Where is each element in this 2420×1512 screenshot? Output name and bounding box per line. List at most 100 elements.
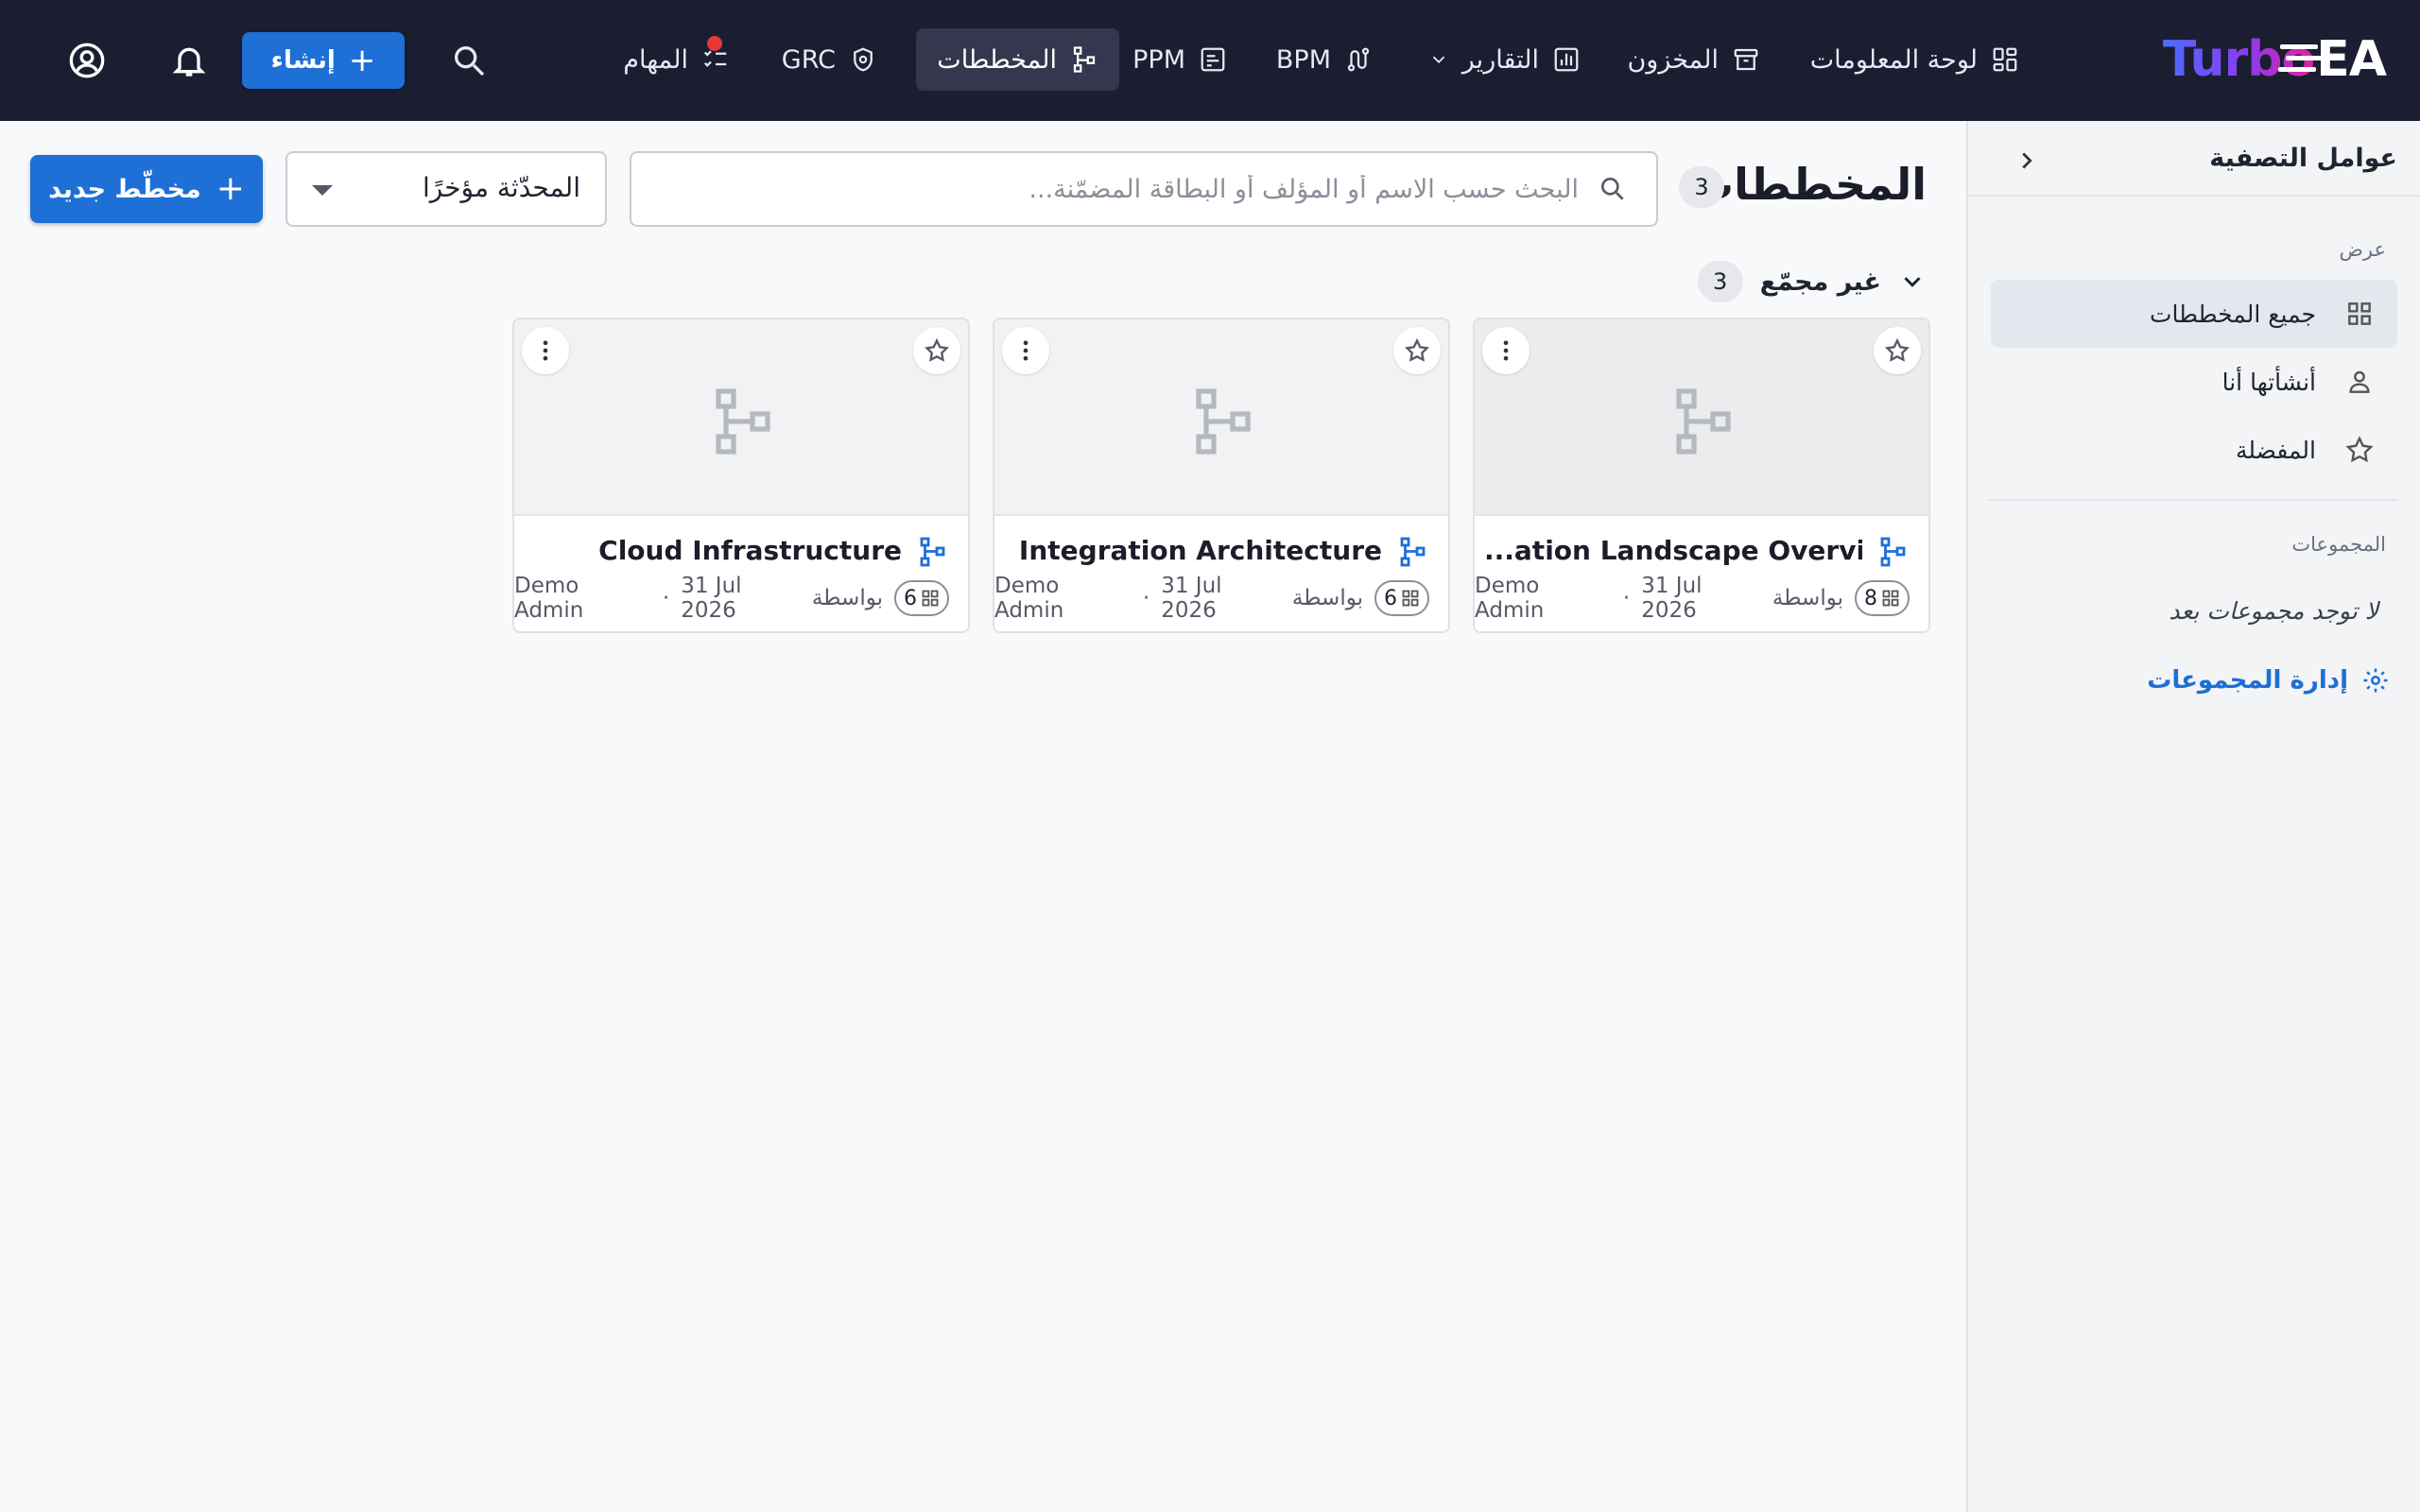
dashboard-icon [1993,47,2017,72]
diagram-type-icon [1880,537,1906,567]
sidebar-divider [1989,499,2397,501]
nav-inventory-label: المخزون [1627,44,1719,75]
chevron-right-icon [2022,152,2032,169]
new-diagram-button[interactable]: مخطّط جديد + [30,155,263,223]
favorite-button[interactable] [1874,327,1921,374]
page-title: المخططات [1689,159,1927,210]
search-field[interactable] [630,151,1658,227]
sidebar-item-all-diagrams[interactable]: جميع المخططات [1991,280,2397,348]
notifications-button[interactable] [161,32,217,89]
no-groups-text: لا توجد مجموعات بعد [2169,597,2378,625]
favorite-button[interactable] [913,327,960,374]
nav-reports-label: التقارير [1461,44,1539,75]
diagram-meta: Demo Admin · 31 Jul 2026 بواسطة 6 [994,574,1429,623]
view-section-label: عرض [2339,238,2386,261]
nav-bpm-label: BPM [1275,44,1331,75]
diagram-thumbnail [994,319,1448,516]
diagram-author: Demo Admin [1475,574,1545,623]
nav-diagrams-label: المخططات [937,44,1057,75]
logo-text-ea: EA [2280,31,2387,88]
embedded-cards-count: 6 [1374,580,1429,616]
meta-separator: · [662,586,670,610]
group-count-badge: 3 [1697,261,1743,302]
by-label: بواسطة [1291,586,1363,610]
card-count-value: 8 [1864,586,1877,610]
sort-select-value: المحدّثة مؤخرًا [423,172,580,203]
nav-dashboard-label: لوحة المعلومات [1809,44,1978,75]
card-count-value: 6 [904,586,917,610]
create-button[interactable]: إنشاء + [242,32,405,89]
search-button[interactable] [441,32,497,89]
sidebar-item-label: جميع المخططات [2149,300,2316,328]
diagram-thumbnail [1475,319,1928,516]
notification-dot [707,36,722,51]
chevron-down-icon [1432,56,1444,64]
diagram-name: ...ation Landscape Overview [1484,535,1862,566]
diagram-type-icon [920,537,945,567]
shield-icon [854,47,873,72]
nav-ppm-label: PPM [1132,44,1185,75]
group-header-ungrouped[interactable]: غير مجمّع 3 [1697,261,1927,302]
more-vertical-icon [543,340,548,361]
nav-inventory[interactable]: المخزون [1606,28,1781,91]
diagram-author: Demo Admin [994,574,1064,623]
more-options-button[interactable] [522,327,569,374]
manage-groups-link[interactable]: إدارة المجموعات [2147,660,2390,701]
search-icon [1601,178,1624,200]
user-circle-icon [69,43,105,78]
diagram-meta: Demo Admin · 31 Jul 2026 بواسطة 6 [514,574,949,623]
collapse-sidebar-button[interactable] [2008,142,2046,180]
by-label: بواسطة [1772,586,1843,610]
nav-tasks-label: المهام [623,44,688,75]
diagram-card[interactable]: Integration Architecture Demo Admin · 31… [993,318,1450,633]
turbo-ea-logo[interactable]: Turbo EA [2162,28,2387,91]
more-vertical-icon [1023,340,1028,361]
nav-bpm[interactable]: BPM [1255,28,1393,91]
top-bar: Turbo EA لوحة المعلومات المخزون التقارير … [0,0,2420,121]
search-icon [455,46,485,77]
more-options-button[interactable] [1002,327,1049,374]
plus-icon: + [216,169,245,208]
meta-separator: · [1622,586,1631,610]
star-outline-icon [1404,337,1430,362]
nav-ppm[interactable]: PPM [1112,28,1248,91]
sidebar-title: عوامل التصفية [2209,144,2397,173]
nav-dashboard[interactable]: لوحة المعلومات [1789,28,2040,91]
nav-reports[interactable]: التقارير [1408,28,1601,91]
diagram-meta: Demo Admin · 31 Jul 2026 بواسطة 8 [1475,574,1910,623]
star-icon [2345,436,2374,463]
meta-separator: · [1142,586,1150,610]
diagram-type-icon [1400,537,1426,567]
nav-grc[interactable]: GRC [761,28,898,91]
sidebar-item-created-by-me[interactable]: أنشأتها أنا [1991,348,2397,416]
star-outline-icon [1884,337,1910,362]
nav-tasks[interactable]: المهام [602,28,751,91]
search-input[interactable] [652,174,1579,204]
filters-sidebar: عوامل التصفية عرض جميع المخططات أنشأتها … [1966,121,2420,1512]
diagram-placeholder-icon [716,388,770,455]
more-vertical-icon [1503,340,1509,361]
sidebar-item-favorites[interactable]: المفضلة [1991,416,2397,484]
more-options-button[interactable] [1482,327,1530,374]
new-diagram-label: مخطّط جديد [48,174,201,204]
sort-select[interactable]: المحدّثة مؤخرًا [285,151,607,227]
grid-icon [2348,302,2371,325]
diagram-placeholder-icon [1196,388,1251,455]
diagram-card[interactable]: ...ation Landscape Overview Demo Admin ·… [1473,318,1930,633]
nav-diagrams[interactable]: المخططات [916,28,1119,91]
account-button[interactable] [59,32,115,89]
card-count-value: 6 [1384,586,1397,610]
logo-text-turbo: Turbo [2162,31,2315,88]
process-flow-icon [1347,47,1370,72]
embedded-cards-count: 8 [1855,580,1910,616]
groups-section-label: المجموعات [2291,533,2386,556]
plus-icon: + [348,42,376,79]
favorite-button[interactable] [1393,327,1441,374]
diagram-card[interactable]: Cloud Infrastructure Demo Admin · 31 Jul… [512,318,970,633]
sidebar-item-label: أنشأتها أنا [2221,368,2316,396]
by-label: بواسطة [811,586,883,610]
create-button-label: إنشاء [270,46,336,75]
diagram-author: Demo Admin [514,574,584,623]
diagram-thumbnail [514,319,968,516]
bar-chart-icon [1554,47,1579,72]
